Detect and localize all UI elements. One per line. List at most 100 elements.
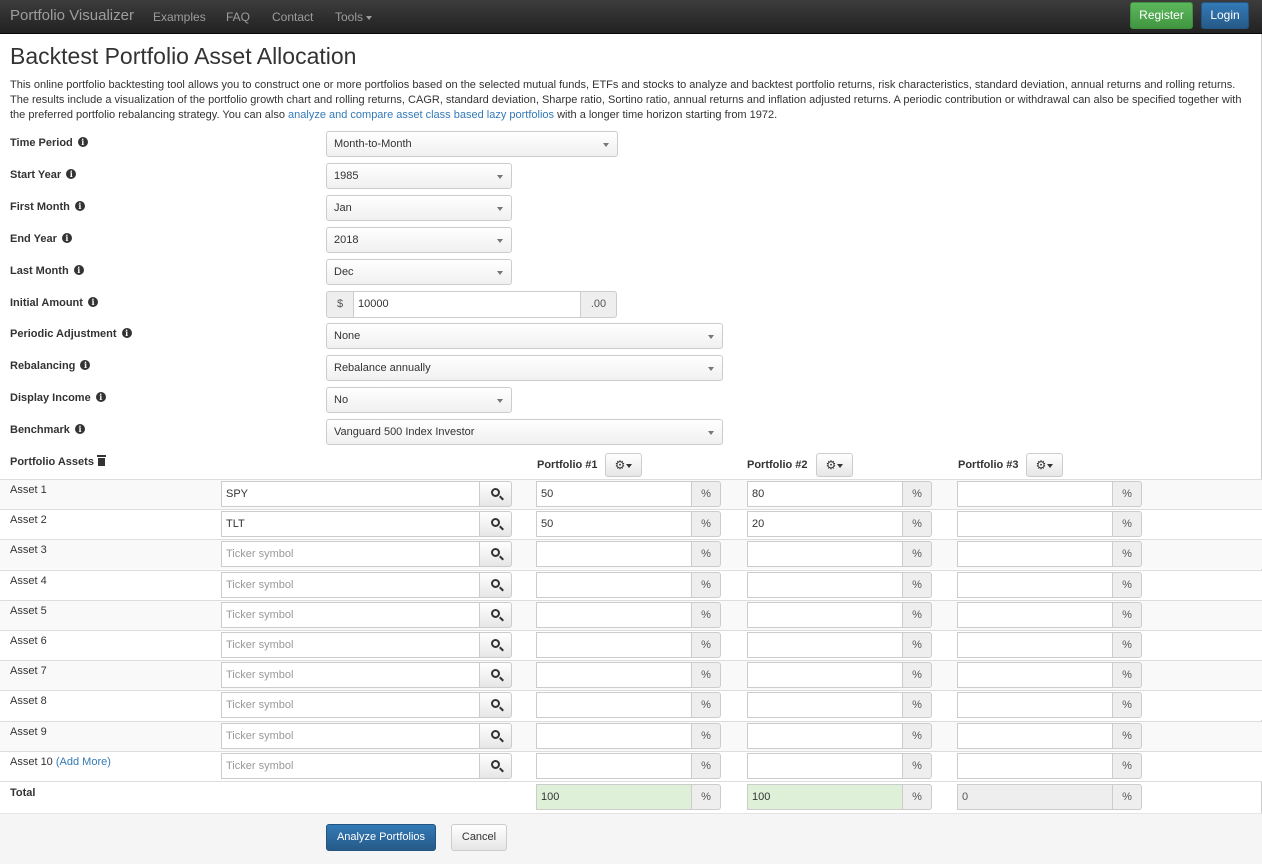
percent-addon: % [902,632,932,658]
add-more-link[interactable]: (Add More) [56,756,111,768]
portfolio-2-allocation-input[interactable] [747,572,903,598]
ticker-search-button[interactable] [479,632,512,658]
portfolio-1-allocation-input[interactable] [536,753,692,779]
portfolio-3-allocation-input[interactable] [957,602,1113,628]
portfolio-2-allocation-input[interactable]: 80 [747,481,903,507]
brand-link[interactable]: Portfolio Visualizer [10,7,134,24]
portfolio-3-allocation-input[interactable] [957,541,1113,567]
portfolio-3-settings-button[interactable]: ⚙ [1026,453,1063,477]
portfolio-1-allocation-input[interactable] [536,632,692,658]
portfolio-1-allocation-input[interactable] [536,572,692,598]
chevron-down-icon [497,207,503,211]
ticker-input[interactable]: Ticker symbol [221,723,480,749]
display-income-select[interactable]: No [326,387,512,413]
portfolio-1-allocation-input[interactable] [536,723,692,749]
portfolio-2-allocation-input[interactable] [747,541,903,567]
portfolio-2-allocation-input[interactable] [747,662,903,688]
percent-addon: % [1112,632,1142,658]
portfolio-1-allocation-input[interactable]: 50 [536,481,692,507]
ticker-search-button[interactable] [479,481,512,507]
portfolio-1-allocation-input[interactable] [536,662,692,688]
portfolio-2-allocation-input[interactable] [747,632,903,658]
analyze-portfolios-button[interactable]: Analyze Portfolios [326,824,436,851]
portfolio-2-total: 100 [747,784,903,810]
portfolio-3-allocation-input[interactable] [957,662,1113,688]
end-year-select[interactable]: 2018 [326,227,512,253]
search-icon-handle [499,525,504,531]
nav-contact[interactable]: Contact [272,10,313,24]
benchmark-select[interactable]: Vanguard 500 Index Investor [326,419,723,445]
portfolio-2-allocation-input[interactable]: 20 [747,511,903,537]
register-button[interactable]: Register [1130,2,1193,29]
portfolio-3-allocation-input[interactable] [957,572,1113,598]
info-icon[interactable]: i [61,233,72,243]
asset-label: Asset 9 [10,726,47,738]
rebalancing-label-text: Rebalancing [10,360,76,372]
chevron-down-icon [708,431,714,435]
ticker-search-button[interactable] [479,602,512,628]
portfolio-3-allocation-input[interactable] [957,692,1113,718]
periodic-adjustment-select[interactable]: None [326,323,723,349]
nav-tools-dropdown[interactable]: Tools [335,10,373,24]
ticker-input[interactable]: Ticker symbol [221,602,480,628]
ticker-input[interactable]: Ticker symbol [221,753,480,779]
portfolio-2-allocation-input[interactable] [747,602,903,628]
info-icon[interactable]: i [80,360,91,370]
ticker-input[interactable]: Ticker symbol [221,541,480,567]
ticker-search-button[interactable] [479,662,512,688]
ticker-input[interactable]: TLT [221,511,480,537]
rebalancing-select[interactable]: Rebalance annually [326,355,723,381]
info-icon[interactable]: i [77,137,88,147]
ticker-search-button[interactable] [479,541,512,567]
ticker-input[interactable]: Ticker symbol [221,572,480,598]
info-icon[interactable]: i [121,328,132,338]
info-icon[interactable]: i [87,297,98,307]
start-year-select[interactable]: 1985 [326,163,512,189]
initial-amount-group: $ 10000 .00 [326,291,617,318]
ticker-input[interactable]: Ticker symbol [221,662,480,688]
portfolio-3-allocation-input[interactable] [957,481,1113,507]
portfolio-3-allocation-input[interactable] [957,723,1113,749]
ticker-input[interactable]: Ticker symbol [221,692,480,718]
nav-examples[interactable]: Examples [153,10,206,24]
initial-amount-input[interactable]: 10000 [353,291,581,318]
info-icon[interactable]: i [73,265,84,275]
portfolio-2-settings-button[interactable]: ⚙ [816,453,853,477]
cancel-button[interactable]: Cancel [451,824,507,851]
lazy-portfolios-link[interactable]: analyze and compare asset class based la… [288,109,554,121]
ticker-input[interactable]: Ticker symbol [221,632,480,658]
portfolio-1-settings-button[interactable]: ⚙ [605,453,642,477]
percent-addon: % [902,723,932,749]
portfolio-2-allocation-input[interactable] [747,753,903,779]
time-period-select[interactable]: Month-to-Month [326,131,618,157]
chevron-down-icon [497,271,503,275]
gear-icon: ⚙ [614,458,626,472]
percent-addon: % [691,662,721,688]
info-icon[interactable]: i [95,392,106,402]
percent-addon: % [902,602,932,628]
portfolio-2-allocation-input[interactable] [747,723,903,749]
login-button[interactable]: Login [1201,2,1249,29]
portfolio-1-allocation-input[interactable] [536,602,692,628]
trash-icon[interactable] [96,455,106,466]
ticker-input[interactable]: SPY [221,481,480,507]
portfolio-3-allocation-input[interactable] [957,632,1113,658]
first-month-select[interactable]: Jan [326,195,512,221]
ticker-search-button[interactable] [479,572,512,598]
portfolio-3-allocation-input[interactable] [957,753,1113,779]
ticker-search-button[interactable] [479,753,512,779]
ticker-search-button[interactable] [479,511,512,537]
ticker-search-button[interactable] [479,692,512,718]
info-icon[interactable]: i [66,169,77,179]
portfolio-1-allocation-input[interactable] [536,541,692,567]
info-icon[interactable]: i [74,424,85,434]
portfolio-2-allocation-input[interactable] [747,692,903,718]
portfolio-1-allocation-input[interactable] [536,692,692,718]
info-icon[interactable]: i [74,201,85,211]
asset-label: Asset 8 [10,695,47,707]
portfolio-3-allocation-input[interactable] [957,511,1113,537]
portfolio-1-allocation-input[interactable]: 50 [536,511,692,537]
ticker-search-button[interactable] [479,723,512,749]
nav-faq[interactable]: FAQ [226,10,250,24]
last-month-select[interactable]: Dec [326,259,512,285]
